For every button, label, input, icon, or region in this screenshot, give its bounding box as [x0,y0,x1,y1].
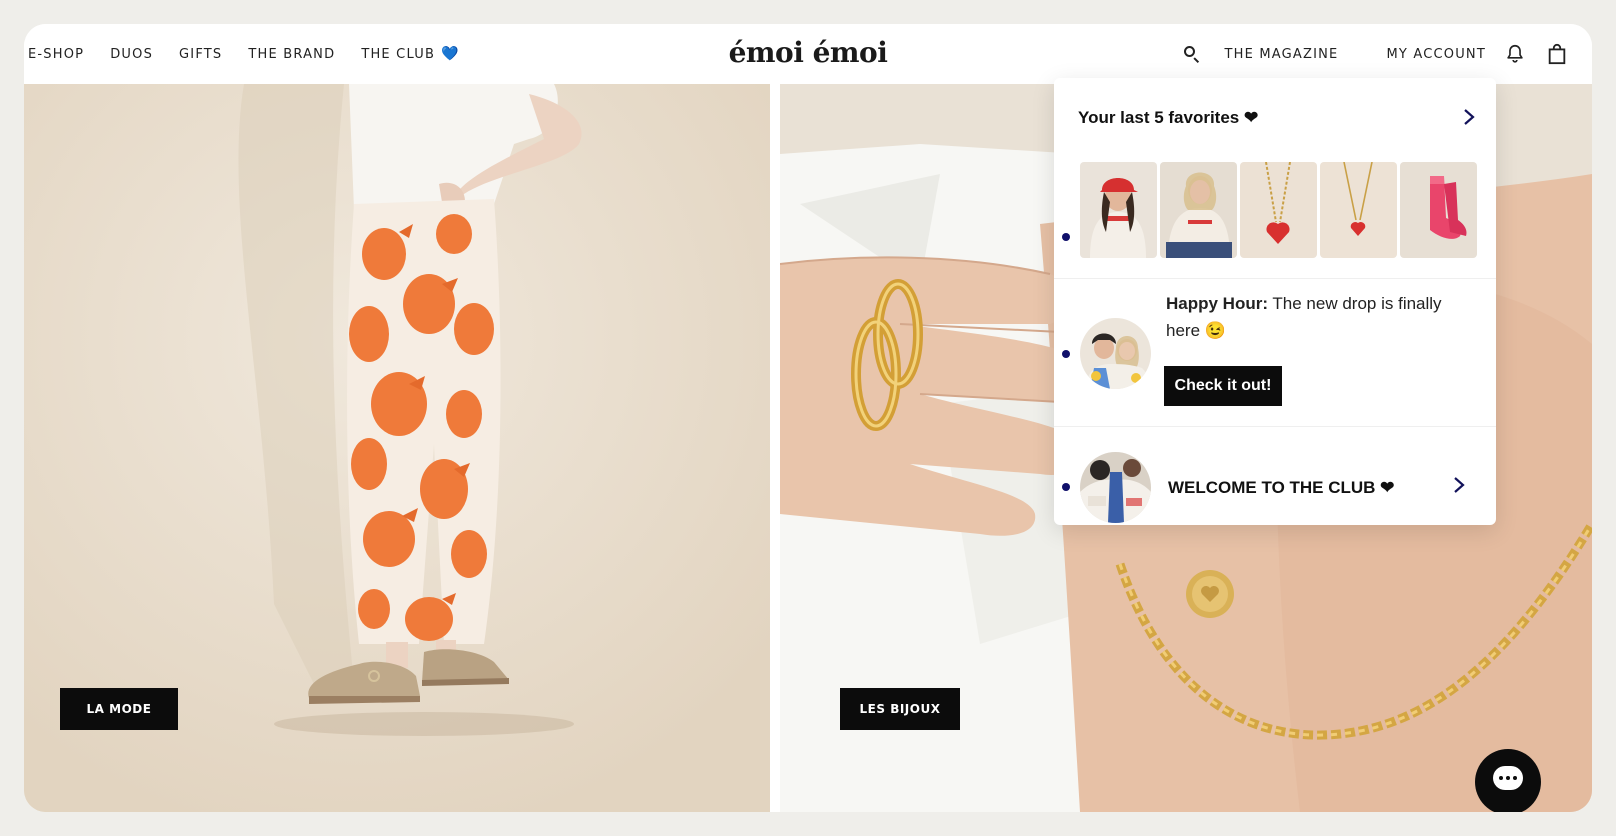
utility-nav: THE MAGAZINE MY ACCOUNT [1182,24,1568,84]
unread-dot [1062,350,1070,358]
nav-the-club-label: THE CLUB [361,46,436,62]
unread-dot [1062,233,1070,241]
separator [1054,426,1496,427]
nav-the-club[interactable]: THE CLUB 💙 [361,46,459,62]
shopping-bag-icon[interactable] [1546,42,1568,66]
les-bijoux-button[interactable]: LES BIJOUX [840,688,960,730]
favorite-item-pink-socks[interactable] [1400,162,1477,258]
favorite-item-cream-sweater[interactable] [1160,162,1237,258]
happy-hour-avatar [1080,318,1151,389]
nav-the-brand[interactable]: THE BRAND [248,47,335,62]
search-icon[interactable] [1182,44,1202,64]
club-avatar [1080,452,1151,523]
logo-link[interactable]: émoi émoi [729,36,888,69]
chat-icon [1493,766,1523,790]
chat-bubble-button[interactable] [1475,749,1541,812]
favorites-title: Your last 5 favorites ❤ [1078,108,1259,127]
favorites-popup: Your last 5 favorites ❤ Happy Hour: The … [1054,78,1496,525]
nav-gifts[interactable]: GIFTS [179,47,222,62]
favorite-item-heart-pendant[interactable] [1320,162,1397,258]
favorite-item-heart-chain[interactable] [1240,162,1317,258]
happy-hour-lead: Happy Hour: [1166,294,1268,313]
la-mode-button[interactable]: LA MODE [60,688,178,730]
happy-hour-message: Happy Hour: The new drop is finally here… [1166,290,1466,344]
nav-magazine[interactable]: THE MAGAZINE [1224,47,1338,62]
nav-my-account[interactable]: MY ACCOUNT [1386,47,1486,62]
bell-icon[interactable] [1504,42,1526,66]
main-nav: E-SHOP DUOS GIFTS THE BRAND THE CLUB 💙 [28,24,486,84]
nav-duos[interactable]: DUOS [110,47,153,62]
panel-divider [770,84,780,812]
chevron-right-icon[interactable] [1462,108,1476,126]
chevron-right-icon[interactable] [1452,476,1466,494]
welcome-club-link[interactable]: WELCOME TO THE CLUB ❤ [1168,478,1394,498]
site-header: E-SHOP DUOS GIFTS THE BRAND THE CLUB 💙 é… [24,24,1592,84]
favorites-thumbnails [1080,162,1477,258]
check-it-out-button[interactable]: Check it out! [1164,366,1282,406]
browser-page: E-SHOP DUOS GIFTS THE BRAND THE CLUB 💙 é… [24,24,1592,812]
blue-heart-icon: 💙 [441,46,460,62]
separator [1054,278,1496,279]
unread-dot [1062,483,1070,491]
nav-eshop[interactable]: E-SHOP [28,47,84,62]
favorite-item-sweater-cap[interactable] [1080,162,1157,258]
